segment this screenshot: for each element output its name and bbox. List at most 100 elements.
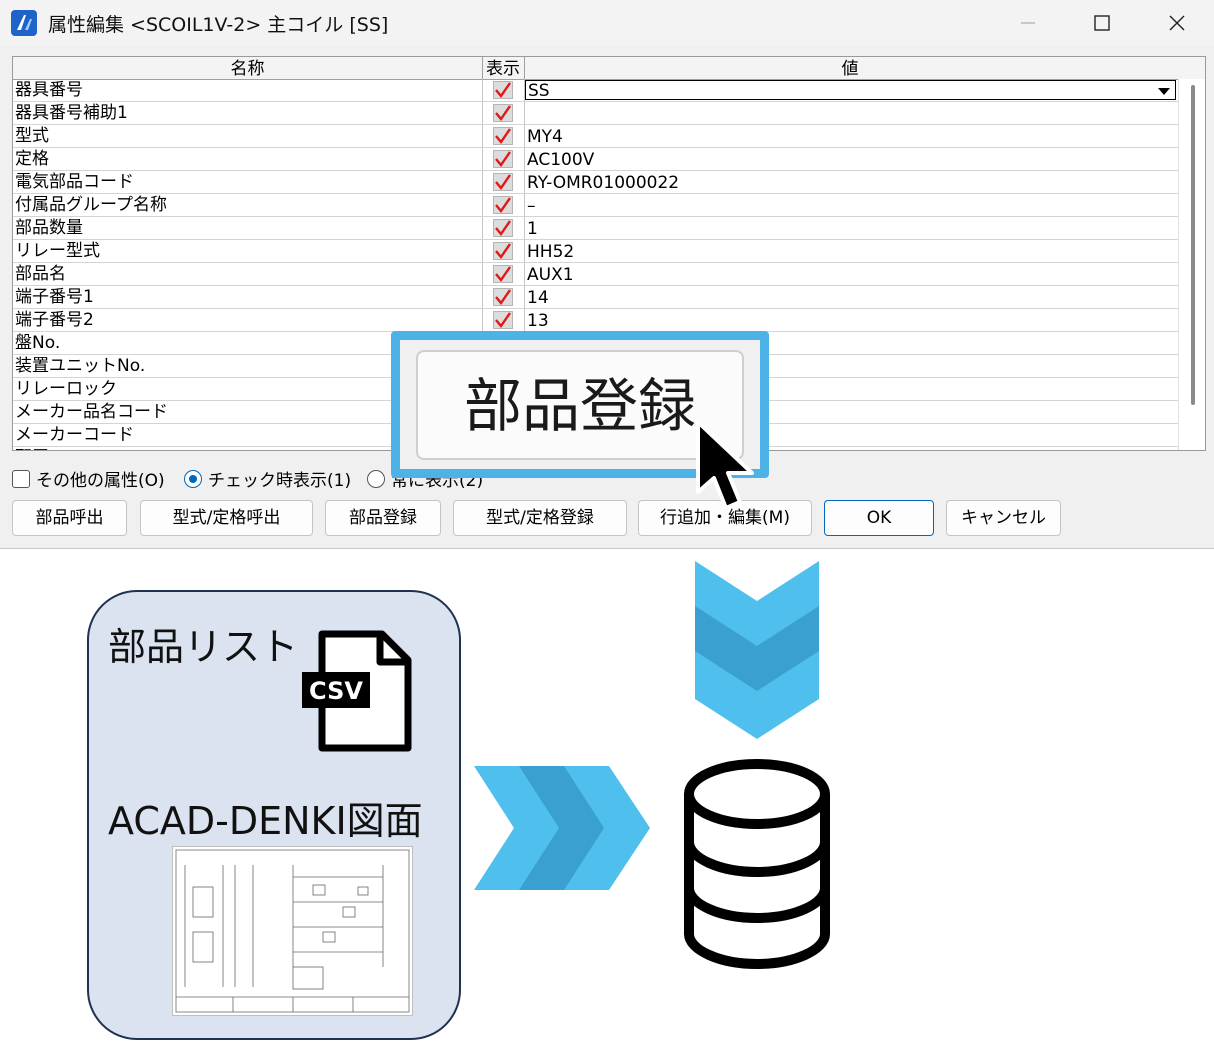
- drawing-label: ACAD-DENKI図面: [108, 799, 423, 843]
- show-checked-label: チェック時表示(1): [208, 471, 352, 491]
- display-checkbox[interactable]: [493, 127, 513, 145]
- attribute-name: 定格: [15, 149, 49, 169]
- column-divider: [482, 217, 483, 239]
- close-icon[interactable]: [1149, 6, 1205, 40]
- parts-list-label: 部品リスト: [108, 625, 299, 669]
- display-checkbox[interactable]: [493, 242, 513, 260]
- other-attributes-option[interactable]: その他の属性(O): [12, 466, 165, 491]
- attribute-name: 盤No.: [15, 333, 61, 353]
- checkmark-icon: [495, 289, 511, 305]
- attribute-value[interactable]: RY-OMR01000022: [527, 171, 679, 193]
- attribute-value[interactable]: 14: [527, 286, 549, 308]
- column-header-value[interactable]: 値: [524, 57, 1176, 79]
- table-row[interactable]: 器具番号補助1: [13, 102, 1178, 125]
- call-model-button[interactable]: 型式/定格呼出: [140, 500, 313, 536]
- display-checkbox[interactable]: [493, 173, 513, 191]
- scrollbar-thumb[interactable]: [1191, 85, 1195, 405]
- register-part-button[interactable]: 部品登録: [325, 500, 441, 536]
- column-divider: [482, 194, 483, 216]
- attribute-name: メーカーコード: [15, 425, 134, 445]
- csv-file-icon: CSV: [300, 630, 412, 756]
- display-checkbox[interactable]: [493, 150, 513, 168]
- table-row[interactable]: 部品数量 1: [13, 217, 1178, 240]
- table-row[interactable]: 器具番号 SS: [13, 79, 1178, 102]
- database-icon: [682, 758, 832, 974]
- column-divider: [482, 309, 483, 331]
- attribute-name: 端子番号1: [15, 287, 94, 307]
- table-row[interactable]: 型式 MY4: [13, 125, 1178, 148]
- attribute-name: リレーロック: [15, 379, 117, 399]
- column-divider: [524, 286, 525, 308]
- column-header-name[interactable]: 名称: [13, 57, 483, 79]
- title-bar[interactable]: 属性編集 <SCOIL1V-2> 主コイル [SS]: [0, 0, 1214, 46]
- always-show-radio[interactable]: [367, 469, 385, 488]
- column-divider: [524, 171, 525, 193]
- arrow-down-chevrons-icon: [695, 561, 819, 743]
- register-model-button[interactable]: 型式/定格登録: [453, 500, 627, 536]
- attribute-name: 部品名: [15, 264, 66, 284]
- table-row[interactable]: 電気部品コード RY-OMR01000022: [13, 171, 1178, 194]
- mouse-cursor-icon: [694, 418, 760, 518]
- column-divider: [482, 263, 483, 285]
- show-checked-option[interactable]: チェック時表示(1): [184, 466, 351, 491]
- attribute-value[interactable]: 1: [527, 217, 538, 239]
- checkmark-icon: [495, 312, 511, 328]
- attribute-value[interactable]: MY4: [527, 125, 563, 147]
- table-row[interactable]: 定格 AC100V: [13, 148, 1178, 171]
- display-checkbox[interactable]: [493, 288, 513, 306]
- attribute-name: 器具番号補助1: [15, 103, 128, 123]
- column-divider: [524, 102, 525, 124]
- attribute-value[interactable]: HH52: [527, 240, 574, 262]
- column-divider: [482, 102, 483, 124]
- maximize-icon[interactable]: [1074, 6, 1130, 40]
- value-combobox[interactable]: SS: [525, 80, 1176, 101]
- attribute-name: 配置アドレス: [15, 447, 117, 450]
- display-checkbox[interactable]: [493, 265, 513, 283]
- table-row[interactable]: リレー型式 HH52: [13, 240, 1178, 263]
- schematic-drawing-thumbnail: [172, 846, 413, 1016]
- table-row[interactable]: 端子番号2 13: [13, 309, 1178, 332]
- call-part-button[interactable]: 部品呼出: [12, 500, 127, 536]
- column-divider: [524, 148, 525, 170]
- table-row[interactable]: 部品名 AUX1: [13, 263, 1178, 286]
- display-checkbox[interactable]: [493, 219, 513, 237]
- attribute-name: 器具番号: [15, 80, 83, 100]
- table-row[interactable]: 端子番号1 14: [13, 286, 1178, 309]
- column-divider: [482, 125, 483, 147]
- checkmark-icon: [495, 82, 511, 98]
- display-checkbox[interactable]: [493, 81, 513, 99]
- column-divider: [482, 286, 483, 308]
- column-divider: [482, 148, 483, 170]
- column-divider: [524, 263, 525, 285]
- attribute-name: リレー型式: [15, 241, 100, 261]
- attribute-value[interactable]: –: [527, 194, 536, 216]
- attribute-value[interactable]: AUX1: [527, 263, 574, 285]
- checkmark-icon: [495, 197, 511, 213]
- attribute-value[interactable]: AC100V: [527, 148, 594, 170]
- dropdown-arrow-icon[interactable]: [1155, 83, 1173, 97]
- grid-header: 名称 表示 値: [13, 57, 1205, 80]
- show-checked-radio[interactable]: [184, 469, 202, 488]
- window-title: 属性編集 <SCOIL1V-2> 主コイル [SS]: [48, 14, 389, 36]
- ok-button[interactable]: OK: [824, 500, 934, 536]
- display-checkbox[interactable]: [493, 104, 513, 122]
- other-attributes-checkbox[interactable]: [12, 469, 30, 488]
- checkmark-icon: [495, 128, 511, 144]
- attribute-name: 付属品グループ名称: [15, 195, 167, 215]
- combobox-value: SS: [528, 81, 550, 101]
- checkmark-icon: [495, 151, 511, 167]
- checkmark-icon: [495, 220, 511, 236]
- attribute-value[interactable]: 13: [527, 309, 549, 331]
- arrow-right-chevrons-icon: [474, 766, 654, 894]
- cancel-button[interactable]: キャンセル: [946, 500, 1061, 536]
- attribute-name: 端子番号2: [15, 310, 94, 330]
- vertical-scrollbar[interactable]: [1178, 79, 1205, 450]
- table-row[interactable]: 付属品グループ名称 –: [13, 194, 1178, 217]
- minimize-icon[interactable]: [1000, 6, 1056, 40]
- column-header-display[interactable]: 表示: [482, 57, 525, 79]
- attribute-name: 装置ユニットNo.: [15, 356, 146, 376]
- column-divider: [524, 217, 525, 239]
- attribute-name: メーカー品名コード: [15, 402, 168, 422]
- display-checkbox[interactable]: [493, 311, 513, 329]
- display-checkbox[interactable]: [493, 196, 513, 214]
